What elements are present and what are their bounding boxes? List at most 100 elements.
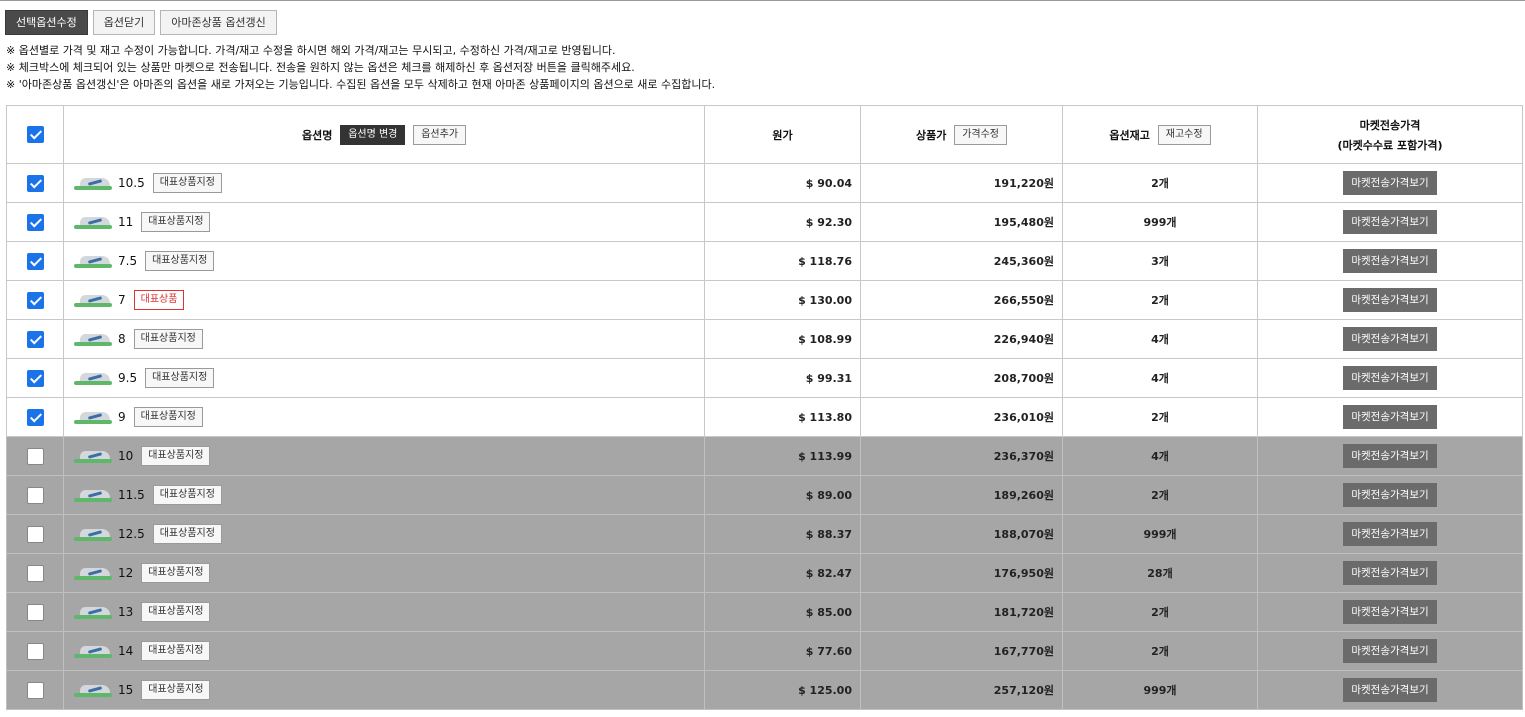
view-market-price-button[interactable]: 마켓전송가격보기 [1343,366,1437,390]
market-price-cell: 마켓전송가격보기 [1257,670,1523,710]
product-price-cell: 226,940원 [860,319,1063,359]
shoe-thumbnail [72,290,114,310]
table-row: 8 대표상품지정 $ 108.99 226,940원 4개 마켓전송가격보기 [6,319,1523,359]
option-name-cell: 13 대표상품지정 [63,592,705,632]
view-market-price-button[interactable]: 마켓전송가격보기 [1343,288,1437,312]
original-price-cell: $ 90.04 [704,163,861,203]
row-checkbox[interactable] [26,447,44,465]
view-market-price-button[interactable]: 마켓전송가격보기 [1343,327,1437,351]
row-checkbox[interactable] [26,603,44,621]
row-checkbox[interactable] [26,486,44,504]
row-checkbox[interactable] [26,525,44,543]
option-stock-cell: 999개 [1062,670,1258,710]
table-row: 9.5 대표상품지정 $ 99.31 208,700원 4개 마켓전송가격보기 [6,358,1523,398]
market-price-cell: 마켓전송가격보기 [1257,436,1523,476]
product-price-cell: 236,370원 [860,436,1063,476]
market-price-cell: 마켓전송가격보기 [1257,241,1523,281]
notice-line: ※ '아마존상품 옵션갱신'은 아마존의 옵션을 새로 가져오는 기능입니다. … [6,78,716,91]
set-representative-button[interactable]: 대표상품지정 [133,407,203,427]
view-market-price-button[interactable]: 마켓전송가격보기 [1343,210,1437,234]
view-market-price-button[interactable]: 마켓전송가격보기 [1343,444,1437,468]
shoe-thumbnail [72,446,114,466]
set-representative-button[interactable]: 대표상품지정 [145,251,215,271]
view-market-price-button[interactable]: 마켓전송가격보기 [1343,405,1437,429]
product-price-cell: 167,770원 [860,631,1063,671]
option-name-cell: 12 대표상품지정 [63,553,705,593]
row-select-cell [6,202,64,242]
view-market-price-button[interactable]: 마켓전송가격보기 [1343,249,1437,273]
set-representative-button[interactable]: 대표상품지정 [141,446,211,466]
product-price-header-label: 상품가 [915,128,947,142]
options-table-wrapper: 옵션명 옵션명 변경 옵션추가 원가 상품가 가격수정 옵션재고 재고수정 마켓… [6,105,1523,710]
edit-selected-options-button[interactable]: 선택옵션수정 [5,10,88,35]
set-representative-button[interactable]: 대표상품지정 [141,641,211,661]
shoe-thumbnail [72,407,114,427]
table-header-row: 옵션명 옵션명 변경 옵션추가 원가 상품가 가격수정 옵션재고 재고수정 마켓… [6,105,1523,164]
option-stock-cell: 2개 [1062,397,1258,437]
row-checkbox[interactable] [26,642,44,660]
select-all-checkbox[interactable] [26,126,44,143]
product-price-cell: 188,070원 [860,514,1063,554]
set-representative-button[interactable]: 대표상품지정 [152,485,222,505]
option-stock-cell: 999개 [1062,202,1258,242]
view-market-price-button[interactable]: 마켓전송가격보기 [1343,171,1437,195]
row-checkbox[interactable] [26,564,44,582]
shoe-thumbnail [72,641,114,661]
edit-price-button[interactable]: 가격수정 [954,124,1008,145]
view-market-price-button[interactable]: 마켓전송가격보기 [1343,522,1437,546]
row-checkbox[interactable] [26,681,44,699]
row-checkbox[interactable] [26,330,44,348]
table-row: 14 대표상품지정 $ 77.60 167,770원 2개 마켓전송가격보기 [6,631,1523,671]
set-representative-button[interactable]: 대표상품지정 [141,563,211,583]
edit-stock-button[interactable]: 재고수정 [1157,124,1211,145]
set-representative-button[interactable]: 대표상품지정 [152,173,222,193]
option-size-label: 11.5 [118,488,145,502]
market-price-header-sublabel: (마켓수수료 포함가격) [1337,138,1443,152]
option-size-label: 10 [118,449,134,463]
market-price-cell: 마켓전송가격보기 [1257,631,1523,671]
row-select-cell [6,475,64,515]
set-representative-button[interactable]: 대표상품지정 [133,329,203,349]
top-divider [0,0,1525,1]
row-checkbox[interactable] [26,252,44,270]
change-option-name-button[interactable]: 옵션명 변경 [340,124,406,145]
market-price-cell: 마켓전송가격보기 [1257,514,1523,554]
market-price-cell: 마켓전송가격보기 [1257,163,1523,203]
shoe-thumbnail [72,329,114,349]
option-stock-cell: 2개 [1062,475,1258,515]
set-representative-button[interactable]: 대표상품지정 [141,602,211,622]
set-representative-button[interactable]: 대표상품지정 [145,368,215,388]
shoe-thumbnail [72,173,114,193]
view-market-price-button[interactable]: 마켓전송가격보기 [1343,561,1437,585]
row-checkbox[interactable] [26,369,44,387]
table-row: 12 대표상품지정 $ 82.47 176,950원 28개 마켓전송가격보기 [6,553,1523,593]
set-representative-button[interactable]: 대표상품지정 [141,680,211,700]
refresh-amazon-options-button[interactable]: 아마존상품 옵션갱신 [160,10,277,35]
row-select-cell [6,241,64,281]
row-select-cell [6,358,64,398]
table-row: 7.5 대표상품지정 $ 118.76 245,360원 3개 마켓전송가격보기 [6,241,1523,281]
option-name-header: 옵션명 옵션명 변경 옵션추가 [63,105,705,164]
table-row: 7 대표상품 $ 130.00 266,550원 2개 마켓전송가격보기 [6,280,1523,320]
table-row: 15 대표상품지정 $ 125.00 257,120원 999개 마켓전송가격보… [6,670,1523,710]
row-checkbox[interactable] [26,213,44,231]
row-select-cell [6,319,64,359]
view-market-price-button[interactable]: 마켓전송가격보기 [1343,678,1437,702]
view-market-price-button[interactable]: 마켓전송가격보기 [1343,483,1437,507]
add-option-button[interactable]: 옵션추가 [413,124,467,145]
row-checkbox[interactable] [26,291,44,309]
original-price-cell: $ 125.00 [704,670,861,710]
row-select-cell [6,631,64,671]
row-checkbox[interactable] [26,408,44,426]
view-market-price-button[interactable]: 마켓전송가격보기 [1343,600,1437,624]
view-market-price-button[interactable]: 마켓전송가격보기 [1343,639,1437,663]
row-select-cell [6,436,64,476]
shoe-thumbnail [72,251,114,271]
row-checkbox[interactable] [26,174,44,192]
option-stock-cell: 2개 [1062,280,1258,320]
options-table: 옵션명 옵션명 변경 옵션추가 원가 상품가 가격수정 옵션재고 재고수정 마켓… [6,105,1523,710]
original-price-cell: $ 77.60 [704,631,861,671]
set-representative-button[interactable]: 대표상품지정 [141,212,211,232]
close-options-button[interactable]: 옵션닫기 [92,10,156,35]
set-representative-button[interactable]: 대표상품지정 [152,524,222,544]
